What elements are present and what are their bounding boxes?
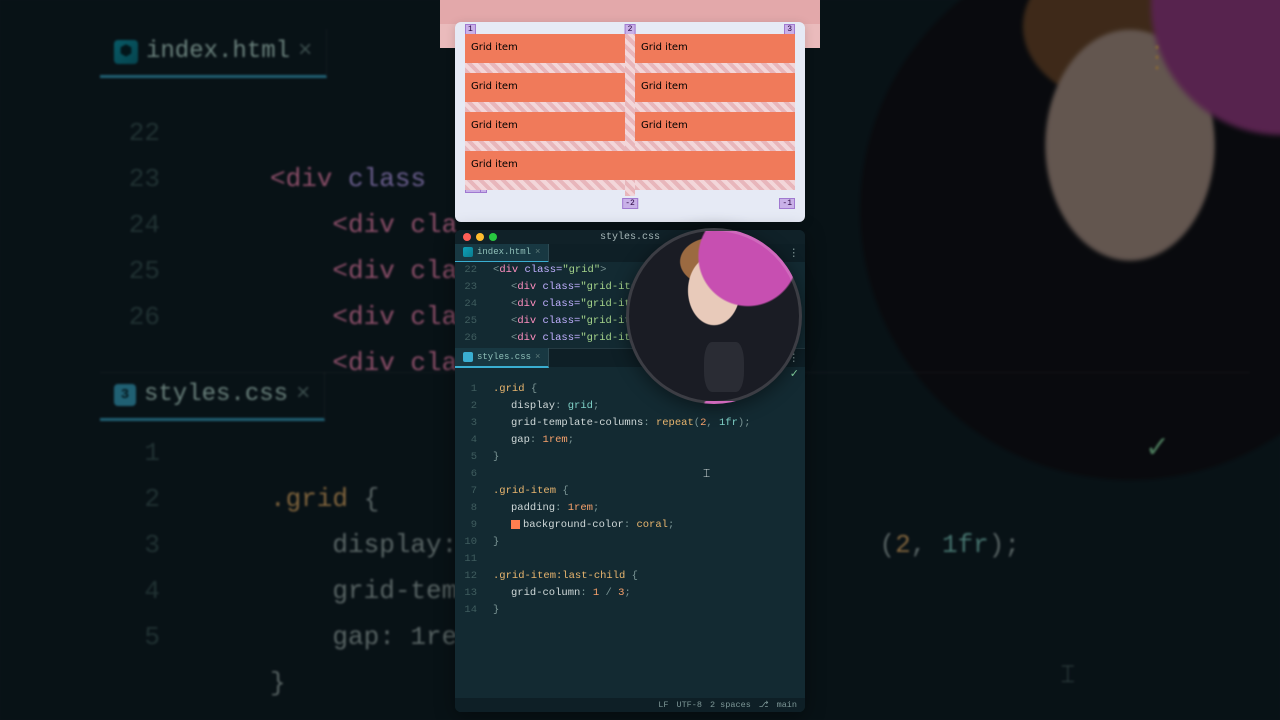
html-file-icon: ⬢	[114, 40, 138, 64]
kebab-icon[interactable]: ⋮	[783, 247, 806, 260]
kebab-icon[interactable]: ⋮	[1142, 40, 1170, 77]
close-icon[interactable]: ×	[535, 247, 540, 257]
check-icon: ✓	[1145, 430, 1170, 467]
html-file-icon	[463, 247, 473, 257]
bg-css-code: .grid { display: grid-tem gap: 1re }	[270, 430, 457, 706]
status-spaces[interactable]: 2 spaces	[710, 700, 751, 710]
code-line: <div class="grid-item	[511, 313, 643, 330]
tab-label: styles.css	[477, 352, 531, 362]
css-file-icon: 3	[114, 384, 136, 406]
grid-item: Grid item	[635, 112, 795, 141]
grid-preview: 1 2 3 1 2 3 4 5 -3 -1 -2 -1 Grid item Gr…	[455, 22, 805, 222]
grid-item: Grid item	[635, 34, 795, 63]
code-line: padding: 1rem;	[511, 500, 599, 517]
webcam-overlay	[626, 228, 802, 404]
tab-label: index.html	[477, 247, 531, 257]
status-branch[interactable]: main	[777, 700, 797, 710]
bg-html-gutter: 2223242526	[100, 110, 160, 340]
css-file-icon	[463, 352, 473, 362]
bg-tab-label: styles.css	[144, 381, 288, 408]
grid-item: Grid item	[465, 73, 625, 102]
bg-tab-index-html[interactable]: ⬢ index.html ×	[100, 29, 327, 78]
close-icon[interactable]: ×	[298, 38, 312, 65]
status-encoding[interactable]: UTF-8	[676, 700, 702, 710]
code-line: grid-column: 1 / 3;	[511, 585, 631, 602]
text-cursor-icon: ⌶	[703, 467, 710, 481]
editor-statusbar: LF UTF-8 2 spaces ⎇ main	[455, 698, 805, 712]
grid-item: Grid item	[465, 112, 625, 141]
bg-tab-label: index.html	[146, 38, 290, 65]
code-line: .grid-item {	[493, 483, 569, 500]
bg-html-code: <div class <div cla <div cla <div cla <d…	[270, 110, 457, 386]
code-line: display: grid;	[511, 398, 599, 415]
code-line: }	[493, 602, 499, 619]
grid-item-last: Grid item	[465, 151, 795, 180]
close-icon[interactable]: ×	[535, 352, 540, 362]
grid-item: Grid item	[465, 34, 625, 63]
foreground-column: 1 2 3 1 2 3 4 5 -3 -1 -2 -1 Grid item Gr…	[440, 0, 820, 720]
bg-tab-styles-css[interactable]: 3 styles.css ×	[100, 372, 325, 421]
code-line: }	[493, 534, 499, 551]
code-line: grid-template-columns: repeat(2, 1fr);	[511, 415, 751, 432]
tab-styles-css[interactable]: styles.css ×	[455, 348, 549, 368]
text-cursor-icon: ⌶	[1061, 662, 1075, 690]
close-icon[interactable]: ×	[296, 381, 310, 408]
code-line: background-color: coral;	[511, 517, 674, 534]
grid-container: Grid item Grid item Grid item Grid item …	[465, 34, 795, 216]
check-icon: ✓	[790, 367, 799, 381]
git-branch-icon: ⎇	[759, 700, 769, 710]
code-line: .grid {	[493, 381, 537, 398]
bg-css-gutter: 12345	[100, 430, 160, 660]
bg-css-tail: (2(2, 1fr);, 1fr);	[880, 522, 1020, 568]
status-eol[interactable]: LF	[658, 700, 668, 710]
code-line: gap: 1rem;	[511, 432, 574, 449]
code-line: <div class="grid-ite	[511, 279, 637, 296]
code-line: <div class="grid">	[493, 262, 606, 279]
grid-item: Grid item	[635, 73, 795, 102]
color-swatch-icon	[511, 520, 520, 529]
code-line: }	[493, 449, 499, 466]
tab-index-html[interactable]: index.html ×	[455, 243, 549, 263]
code-line: .grid-item:last-child {	[493, 568, 638, 585]
code-line: <div class="grid-ite	[511, 296, 637, 313]
css-code-pane[interactable]: 1 2 3 4 5 6 7 8 9 10 11 12 13 14 .grid {…	[455, 381, 805, 698]
